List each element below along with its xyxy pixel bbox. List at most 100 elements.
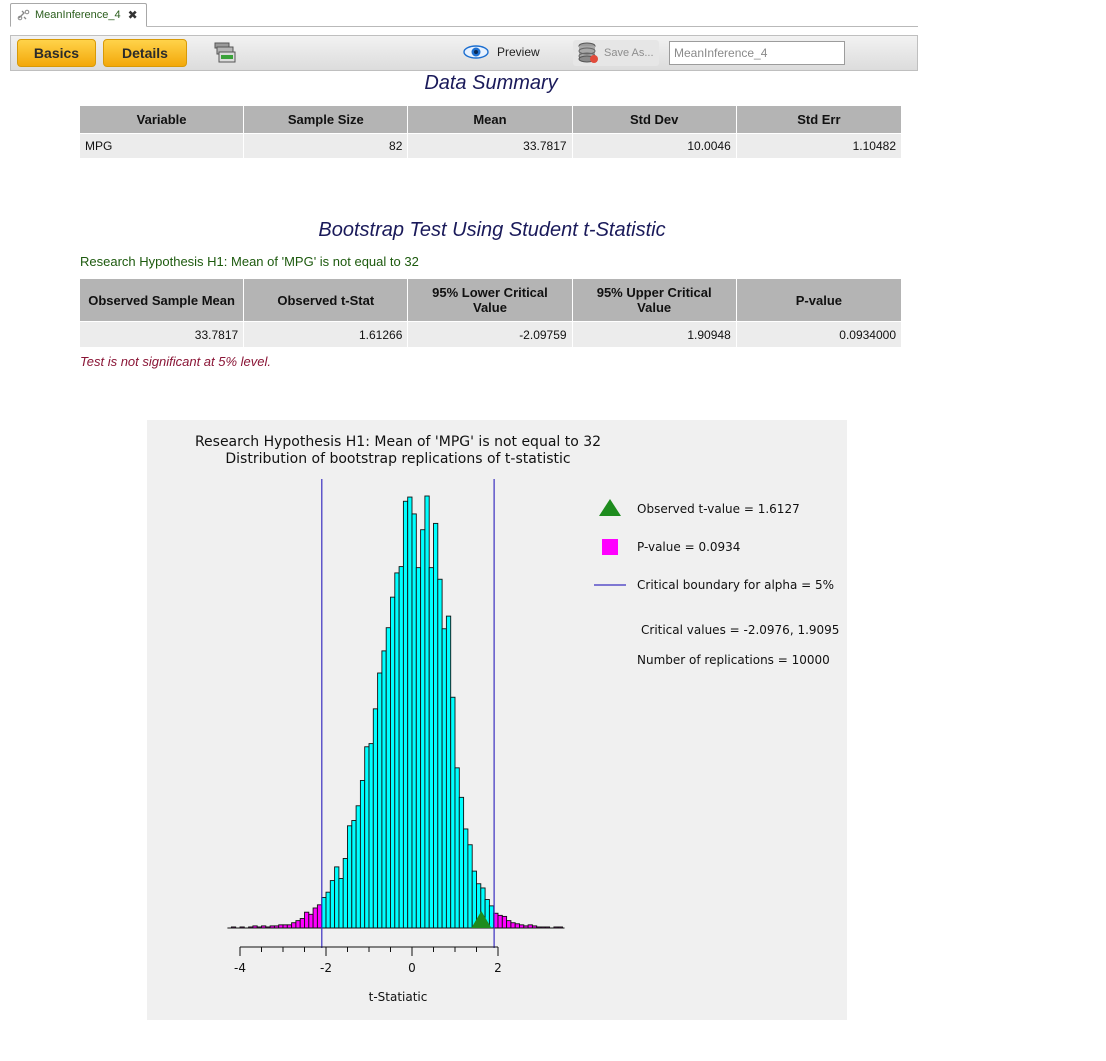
histogram-bar — [411, 513, 417, 929]
column-header: Observed t-Stat — [244, 279, 408, 321]
legend-triangle-icon — [599, 499, 621, 516]
tab-link-icon — [17, 9, 30, 21]
save-as-button[interactable]: Save As... — [573, 40, 659, 66]
histogram-bar — [424, 495, 430, 929]
histogram-bar — [364, 746, 370, 929]
analysis-name-input[interactable] — [669, 41, 845, 65]
table-cell: 82 — [244, 134, 408, 158]
save-as-label: Save As... — [604, 47, 654, 59]
histogram-bar — [325, 891, 331, 929]
legend-critical-label: Critical boundary for alpha = 5% — [637, 578, 834, 592]
column-header: Sample Size — [244, 106, 408, 133]
bootstrap-histogram-plot: Research Hypothesis H1: Mean of 'MPG' is… — [147, 420, 847, 1020]
histogram-bar — [445, 615, 452, 929]
chart-subtitle: Distribution of bootstrap replications o… — [225, 451, 570, 467]
histogram-bar — [514, 923, 520, 929]
histogram-bar — [390, 596, 396, 929]
histogram-bar — [488, 905, 495, 929]
histogram-bar — [454, 767, 460, 929]
critical-values-annotation: Critical values = -2.0976, 1.9095 — [641, 623, 839, 637]
table-cell: 1.61266 — [244, 322, 408, 347]
histogram-bar — [433, 522, 439, 929]
table-cell: 33.7817 — [408, 134, 572, 158]
table-cell: 1.10482 — [736, 134, 901, 158]
histogram-bar — [497, 914, 503, 929]
histogram-bar — [394, 572, 400, 929]
bootstrap-test-table: Observed Sample Mean Observed t-Stat 95%… — [79, 278, 902, 348]
histogram-bar — [402, 500, 409, 929]
legend-square-icon — [602, 539, 618, 555]
histogram-bar — [368, 743, 374, 929]
histogram-bar — [372, 708, 379, 929]
legend-pvalue-label: P-value = 0.0934 — [637, 540, 740, 554]
x-tick-label: -4 — [234, 961, 246, 975]
tab-meaninference[interactable]: MeanInference_4 ✖ — [10, 3, 147, 27]
table-cell: 10.0046 — [572, 134, 736, 158]
histogram-bar — [338, 878, 344, 929]
research-hypothesis-text: Research Hypothesis H1: Mean of 'MPG' is… — [80, 254, 419, 269]
tab-strip: MeanInference_4 ✖ — [10, 3, 918, 27]
x-tick-label: -2 — [320, 961, 332, 975]
x-tick-label: 2 — [494, 961, 502, 975]
histogram-bar — [415, 567, 422, 929]
details-button[interactable]: Details — [103, 39, 187, 67]
print-icon[interactable] — [214, 42, 236, 64]
histogram-bar — [407, 496, 413, 929]
toolbar: Basics Details Preview Save As... — [10, 35, 918, 71]
histogram-bar — [342, 858, 348, 929]
histogram-bar — [506, 920, 512, 929]
histogram-bar — [355, 805, 361, 929]
histogram-bar — [381, 650, 387, 929]
preview-label: Preview — [497, 45, 540, 59]
tab-label: MeanInference_4 — [35, 9, 121, 21]
database-icon — [578, 42, 598, 63]
basics-button[interactable]: Basics — [17, 39, 96, 67]
histogram-bar — [316, 904, 323, 929]
close-icon[interactable]: ✖ — [128, 8, 138, 22]
histogram-bar — [458, 796, 465, 929]
column-header: Std Err — [736, 106, 901, 133]
histogram-bar — [351, 820, 357, 929]
column-header: Observed Sample Mean — [80, 279, 244, 321]
histogram-bar — [359, 780, 366, 929]
histogram-bar — [299, 918, 305, 929]
preview-button[interactable]: Preview — [463, 45, 540, 59]
replications-annotation: Number of replications = 10000 — [637, 653, 830, 667]
eye-icon — [463, 45, 489, 59]
table-cell: -2.09759 — [408, 322, 572, 347]
table-row: MPG 82 33.7817 10.0046 1.10482 — [80, 134, 901, 158]
histogram-bar — [450, 696, 456, 929]
histogram-bar — [329, 880, 336, 929]
histogram-bar — [441, 628, 447, 929]
histogram-bar — [471, 870, 477, 929]
column-header: 95% Upper Critical Value — [572, 279, 736, 321]
histogram-bar — [308, 913, 314, 929]
table-cell: 33.7817 — [80, 322, 244, 347]
histogram-bar — [334, 866, 340, 929]
table-cell: 0.0934000 — [736, 322, 901, 347]
histogram-bar — [437, 578, 443, 929]
table-cell: 1.90948 — [572, 322, 736, 347]
histogram-chart: Research Hypothesis H1: Mean of 'MPG' is… — [195, 434, 840, 1004]
data-summary-table: Variable Sample Size Mean Std Dev Std Er… — [79, 105, 902, 159]
histogram-bar — [467, 844, 473, 929]
table-cell: MPG — [80, 134, 244, 158]
histogram-bar — [398, 566, 404, 929]
column-header: 95% Lower Critical Value — [408, 279, 572, 321]
histogram-bar — [501, 915, 508, 929]
histogram-bar — [347, 825, 353, 929]
bootstrap-test-title: Bootstrap Test Using Student t-Statistic — [318, 219, 666, 241]
table-row: 33.7817 1.61266 -2.09759 1.90948 0.09340… — [80, 322, 901, 347]
histogram-bar — [510, 922, 516, 929]
histogram-bar — [463, 828, 469, 929]
column-header: P-value — [736, 279, 901, 321]
column-header: Std Dev — [572, 106, 736, 133]
column-header: Variable — [80, 106, 244, 133]
histogram-bar — [420, 529, 426, 929]
histogram-bar — [377, 672, 383, 929]
histogram-bar — [385, 627, 391, 929]
histogram-bar — [428, 567, 434, 929]
chart-title: Research Hypothesis H1: Mean of 'MPG' is… — [195, 434, 601, 450]
x-tick-label: 0 — [408, 961, 416, 975]
column-header: Mean — [408, 106, 572, 133]
